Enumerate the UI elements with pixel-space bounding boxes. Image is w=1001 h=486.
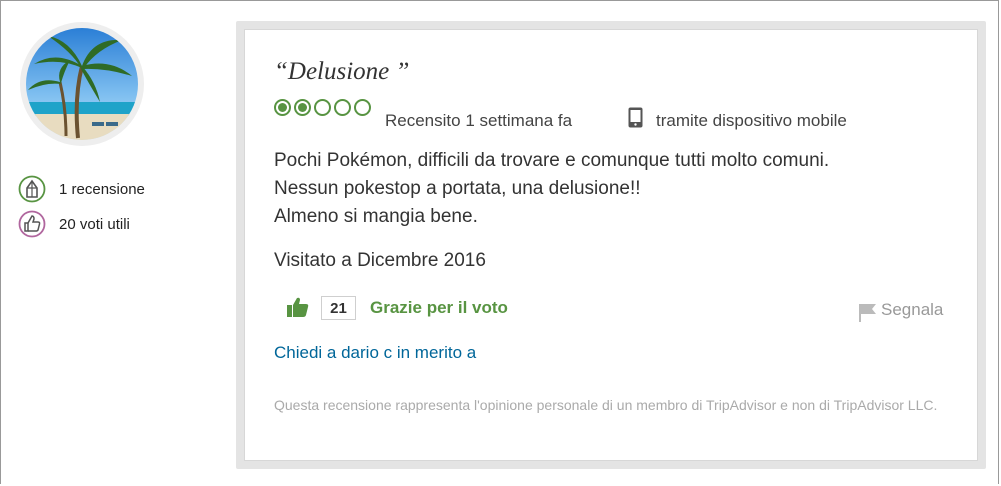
pencil-icon (18, 175, 46, 203)
avatar-photo (26, 28, 138, 140)
rating-bubble-empty (314, 99, 331, 116)
helpful-thumbs-up-icon[interactable] (287, 296, 309, 323)
review-body: Pochi Pokémon, difficili da trovare e co… (274, 147, 829, 231)
report-link[interactable]: Segnala (881, 300, 943, 320)
ask-reviewer-link[interactable]: Chiedi a dario c in merito a (274, 343, 476, 363)
stat-helpful-votes: 20 voti utili (18, 209, 130, 239)
thumbs-up-icon (18, 210, 46, 238)
rating-bubble-filled (294, 99, 311, 116)
visited-date: Visitato a Dicembre 2016 (274, 250, 486, 271)
rating-bubble-filled (274, 99, 291, 116)
rating-bubble-empty (354, 99, 371, 116)
mobile-phone-icon (628, 107, 643, 133)
review-title[interactable]: “Delusione ” (274, 58, 409, 86)
helpful-count: 21 (321, 296, 356, 320)
flag-icon[interactable] (858, 302, 878, 327)
review-date: Recensito 1 settimana fa (385, 111, 573, 130)
review-body-line: Pochi Pokémon, difficili da trovare e co… (274, 150, 830, 171)
avatar[interactable] (20, 22, 144, 146)
review-body-line: Nessun pokestop a portata, una delusione… (274, 178, 641, 199)
stat-reviews: 1 recensione (18, 174, 145, 204)
rating-bubbles (274, 99, 374, 116)
review-body-line: Almeno si mangia bene. (274, 206, 478, 227)
disclaimer: Questa recensione rappresenta l'opinione… (274, 397, 938, 413)
reviews-count: 1 recensione (59, 180, 145, 198)
rating-bubble-empty (334, 99, 351, 116)
helpful-votes: 20 voti utili (59, 215, 130, 233)
review-device: tramite dispositivo mobile (656, 111, 847, 130)
thanks-for-vote[interactable]: Grazie per il voto (370, 298, 508, 318)
